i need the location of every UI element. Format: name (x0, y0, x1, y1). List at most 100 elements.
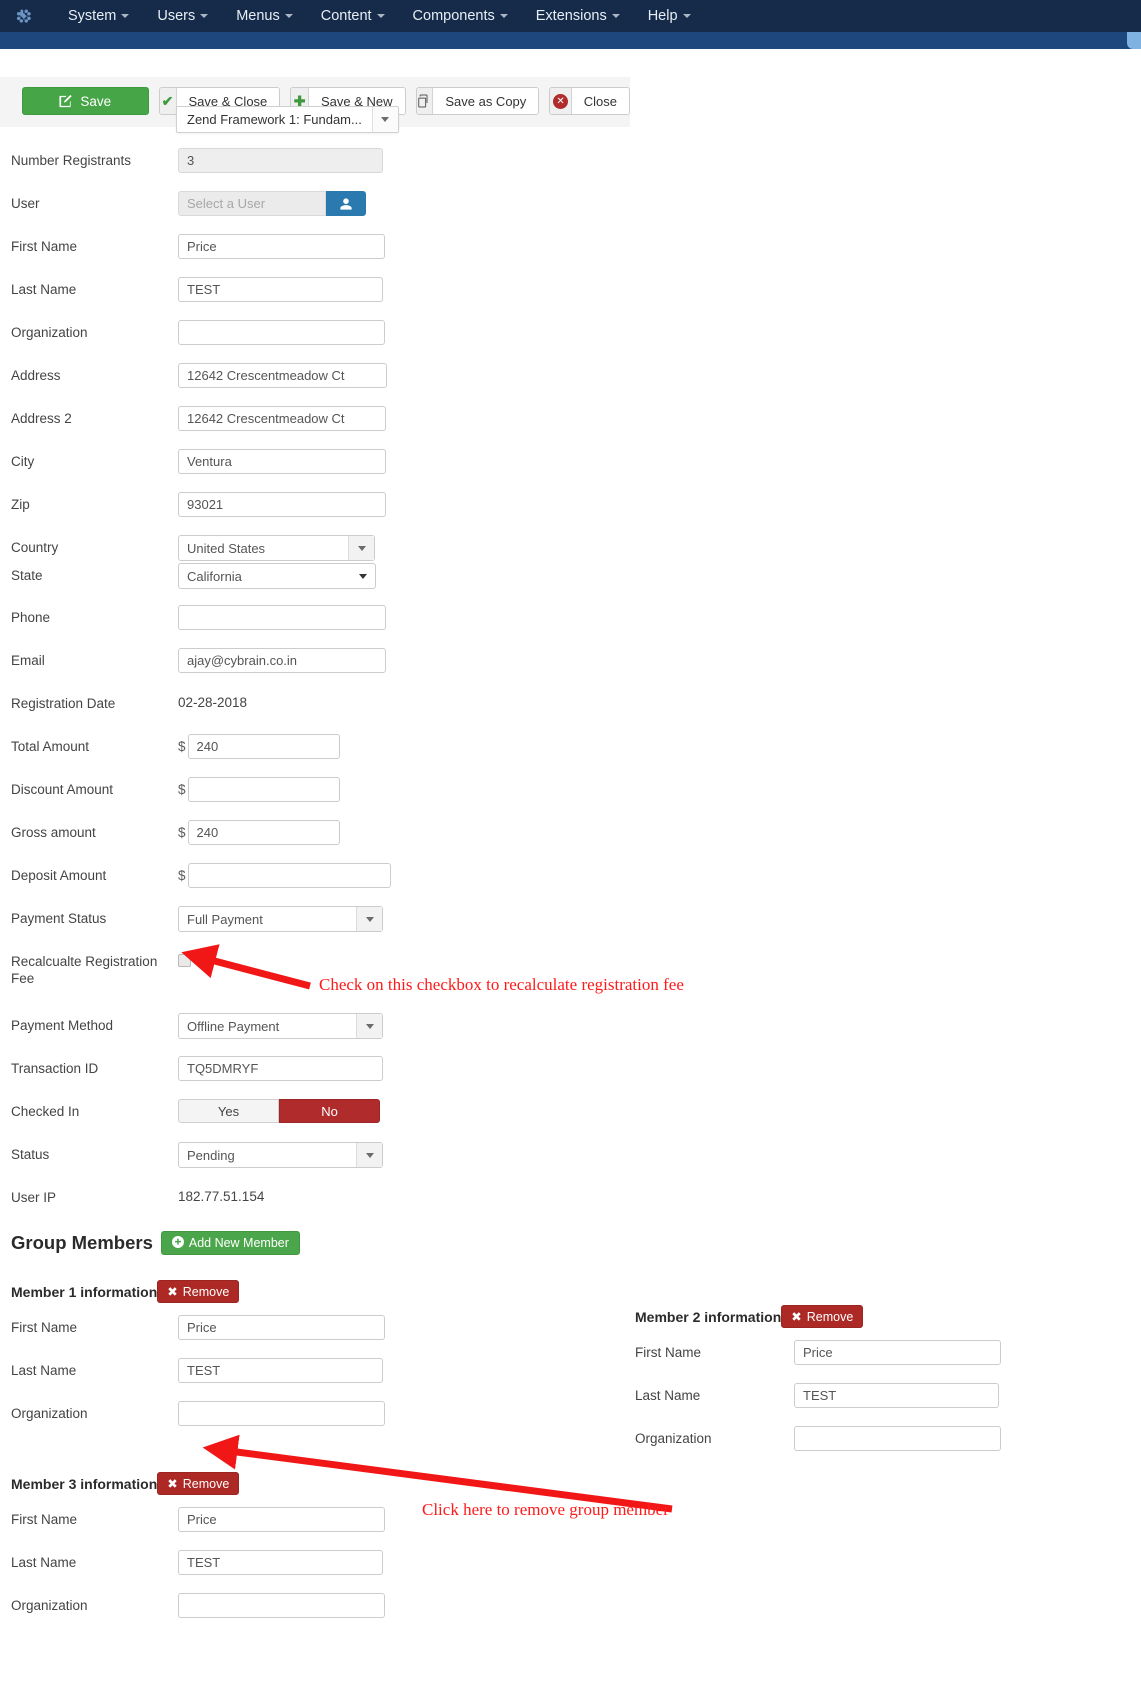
field-phone: Phone (0, 605, 1141, 648)
member-1-field-organization: Organization (0, 1401, 624, 1444)
field-user: User Select a User (0, 191, 1141, 234)
deposit-amount-input[interactable] (187, 863, 391, 888)
group-members-title: Group Members (11, 1232, 153, 1253)
payment-status-label: Payment Status (11, 911, 107, 926)
discount-amount-input[interactable] (187, 777, 340, 802)
organization-input[interactable] (178, 320, 385, 345)
chevron-down-icon (359, 573, 367, 579)
status-select-value: Pending (187, 1147, 235, 1163)
member-1-last-name-input[interactable]: TEST (178, 1358, 383, 1383)
payment-status-select[interactable]: Full Payment (178, 906, 383, 932)
city-input[interactable]: Ventura (178, 449, 386, 474)
save-button[interactable]: Save (22, 87, 149, 115)
first-name-input[interactable]: Price (178, 234, 385, 259)
status-select[interactable]: Pending (178, 1142, 383, 1168)
member-2-remove-button[interactable]: ✖ Remove (781, 1305, 864, 1328)
member-3-organization-input[interactable] (178, 1593, 385, 1618)
member-3-last-name-input[interactable]: TEST (178, 1550, 383, 1575)
chevron-down-icon[interactable] (371, 107, 398, 132)
member-2-heading: Member 2 information (635, 1308, 782, 1325)
member-2-organization-label: Organization (635, 1431, 712, 1446)
checked-in-yes-button[interactable]: Yes (178, 1099, 279, 1123)
member-2-organization-input[interactable] (794, 1426, 1001, 1451)
address2-label: Address 2 (11, 411, 72, 426)
nav-item-users-label: Users (157, 8, 196, 24)
field-email: Email ajay@cybrain.co.in (0, 648, 1141, 691)
member-1-field-first-name: First Name Price (0, 1315, 624, 1358)
address-input[interactable]: 12642 Crescentmeadow Ct (178, 363, 387, 388)
close-x-icon: ✖ (167, 1285, 178, 1299)
member-3-first-name-label: First Name (11, 1512, 78, 1527)
close-x-icon: ✖ (791, 1310, 802, 1324)
nav-item-help[interactable]: Help (634, 0, 705, 32)
email-input[interactable]: ajay@cybrain.co.in (178, 648, 386, 673)
member-1-header: Member 1 information ✖ Remove (0, 1280, 624, 1303)
remove-annotation-text: Click here to remove group member (422, 1500, 669, 1519)
field-gross-amount: Gross amount $ 240 (0, 820, 1141, 863)
save-as-copy-button[interactable]: Save as Copy (415, 87, 540, 115)
transaction-id-label: Transaction ID (11, 1061, 99, 1076)
recalculate-fee-label: Recalcualte Registration Fee (11, 954, 158, 986)
country-label: Country (11, 540, 59, 555)
field-transaction-id: Transaction ID TQ5DMRYF (0, 1056, 1141, 1099)
user-label: User (11, 196, 40, 211)
gross-amount-label: Gross amount (11, 825, 96, 840)
chevron-down-icon (611, 14, 620, 19)
chevron-down-icon (200, 14, 209, 19)
total-amount-currency: $ (178, 739, 186, 754)
nav-item-menus[interactable]: Menus (222, 0, 307, 32)
address2-input[interactable]: 12642 Crescentmeadow Ct (178, 406, 386, 431)
gross-amount-input[interactable]: 240 (187, 820, 340, 845)
checked-in-no-button[interactable]: No (279, 1099, 380, 1123)
total-amount-input[interactable]: 240 (187, 734, 340, 759)
payment-method-select[interactable]: Offline Payment (178, 1013, 383, 1039)
close-icon: ✕ (553, 93, 569, 109)
event-title-dropdown[interactable]: Zend Framework 1: Fundam... (176, 106, 399, 133)
field-address2: Address 2 12642 Crescentmeadow Ct (0, 406, 1141, 449)
field-zip: Zip 93021 (0, 492, 1141, 535)
nav-item-system[interactable]: System (54, 0, 143, 32)
state-select[interactable]: California (178, 563, 376, 589)
payment-method-select-value: Offline Payment (187, 1018, 280, 1034)
last-name-input[interactable]: TEST (178, 277, 383, 302)
payment-status-select-value: Full Payment (187, 911, 263, 927)
joomla-logo-icon[interactable] (14, 5, 36, 27)
gross-amount-currency: $ (178, 825, 186, 840)
member-3-remove-button[interactable]: ✖ Remove (157, 1472, 240, 1495)
member-2-last-name-input[interactable]: TEST (794, 1383, 999, 1408)
country-select-value: United States (187, 540, 266, 556)
registration-form: Number Registrants 3 User Select a User … (0, 140, 1141, 1636)
chevron-down-icon (499, 14, 508, 19)
discount-amount-label: Discount Amount (11, 782, 114, 797)
phone-input[interactable] (178, 605, 386, 630)
user-input[interactable]: Select a User (178, 191, 326, 216)
member-2-header: Member 2 information ✖ Remove (624, 1305, 1124, 1328)
deposit-amount-currency: $ (178, 868, 186, 883)
group-members-header: Group Members Add New Member (0, 1231, 1141, 1255)
field-payment-status: Payment Status Full Payment (0, 906, 1141, 949)
nav-item-content[interactable]: Content (307, 0, 399, 32)
add-new-member-button[interactable]: Add New Member (160, 1231, 300, 1255)
user-ip-value: 182.77.51.154 (178, 1189, 265, 1204)
member-3-last-name-label: Last Name (11, 1555, 77, 1570)
recalculate-fee-checkbox[interactable] (178, 954, 191, 967)
user-select-button[interactable] (326, 191, 366, 216)
nav-item-users[interactable]: Users (143, 0, 222, 32)
member-1-remove-button[interactable]: ✖ Remove (157, 1280, 240, 1303)
number-registrants-input[interactable]: 3 (178, 148, 383, 173)
nav-item-extensions[interactable]: Extensions (522, 0, 634, 32)
address-label: Address (11, 368, 61, 383)
member-2-field-last-name: Last Name TEST (624, 1383, 1124, 1426)
sub-nav-bar (0, 32, 1141, 49)
event-title-label: Zend Framework 1: Fundam... (187, 112, 362, 127)
close-button[interactable]: ✕ Close (549, 87, 630, 115)
nav-item-components[interactable]: Components (399, 0, 522, 32)
country-select[interactable]: United States (178, 535, 375, 561)
member-1-first-name-input[interactable]: Price (178, 1315, 385, 1340)
transaction-id-input[interactable]: TQ5DMRYF (178, 1056, 383, 1081)
zip-input[interactable]: 93021 (178, 492, 386, 517)
member-3-first-name-input[interactable]: Price (178, 1507, 385, 1532)
first-name-label: First Name (11, 239, 78, 254)
member-1-organization-input[interactable] (178, 1401, 385, 1426)
member-2-first-name-input[interactable]: Price (794, 1340, 1001, 1365)
